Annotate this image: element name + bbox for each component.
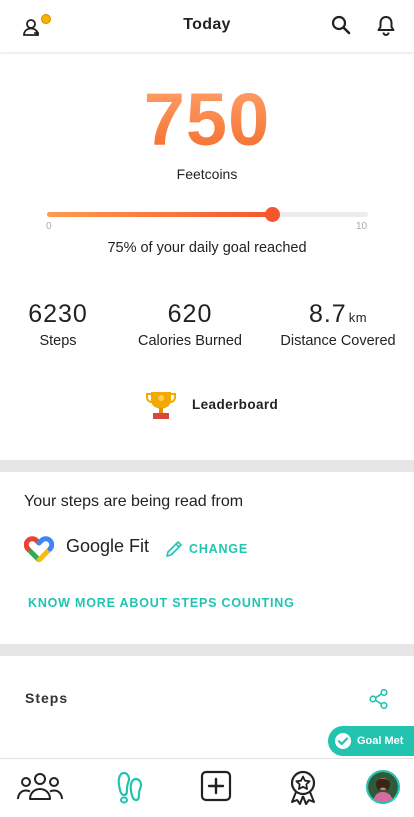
- bell-icon[interactable]: [375, 14, 399, 38]
- stat-distance-label: Distance Covered: [280, 333, 396, 349]
- group-icon: [17, 773, 63, 800]
- stat-calories-value: 620: [167, 300, 213, 328]
- stat-calories-label: Calories Burned: [138, 333, 242, 349]
- app-header: Today: [0, 0, 414, 52]
- stat-steps-value: 6230: [28, 300, 88, 328]
- step-source-title: Your steps are being read from: [24, 493, 244, 510]
- bottom-navigation: [0, 758, 414, 817]
- goal-progress-knob: [264, 207, 280, 222]
- footprints-icon: [117, 771, 143, 804]
- nav-feet[interactable]: [112, 769, 152, 805]
- progress-min-label: 0: [46, 221, 52, 232]
- change-label: CHANGE: [189, 542, 248, 556]
- google-fit-row: Google Fit CHANGE: [24, 534, 324, 562]
- search-icon[interactable]: [330, 14, 354, 38]
- stat-distance: 8.7 km Distance Covered: [272, 300, 404, 349]
- step-source-card: Your steps are being read from Google Fi…: [0, 472, 414, 644]
- stat-steps: 6230 Steps: [8, 300, 108, 349]
- badge-star-icon: [290, 770, 316, 805]
- know-more-link[interactable]: KNOW MORE ABOUT STEPS COUNTING: [28, 596, 295, 610]
- pencil-icon: [166, 541, 182, 557]
- goal-progress-fill: [47, 212, 272, 217]
- trophy-icon: [146, 392, 176, 419]
- daily-summary: 750 Feetcoins 0 10 75% of your daily goa…: [0, 52, 414, 460]
- goal-met-label: Goal Met: [357, 735, 404, 747]
- stat-calories: 620 Calories Burned: [120, 300, 260, 349]
- share-icon[interactable]: [368, 688, 390, 710]
- google-fit-heart-icon: [24, 536, 54, 562]
- avatar[interactable]: [366, 770, 400, 804]
- nav-add[interactable]: [196, 769, 236, 805]
- stat-steps-label: Steps: [39, 333, 77, 349]
- stat-distance-unit: km: [348, 310, 368, 325]
- goal-progress-bar: [47, 207, 368, 222]
- feetcoins-value: 750: [0, 80, 414, 160]
- section-divider: [0, 644, 414, 656]
- leaderboard-button[interactable]: Leaderboard: [144, 387, 294, 421]
- nav-rewards[interactable]: [283, 769, 323, 805]
- feetcoins-label: Feetcoins: [176, 166, 238, 182]
- leaderboard-label: Leaderboard: [192, 397, 279, 412]
- section-divider: [0, 460, 414, 472]
- provider-name: Google Fit: [66, 536, 150, 556]
- progress-max-label: 10: [356, 221, 368, 232]
- goal-met-badge[interactable]: Goal Met: [328, 726, 414, 756]
- stat-distance-value: 8.7: [308, 300, 347, 328]
- check-circle-icon: [335, 733, 351, 749]
- goal-status-text: 75% of your daily goal reached: [107, 240, 307, 256]
- plus-square-icon: [200, 770, 232, 802]
- nav-community[interactable]: [16, 769, 64, 805]
- steps-section-title: Steps: [25, 690, 69, 706]
